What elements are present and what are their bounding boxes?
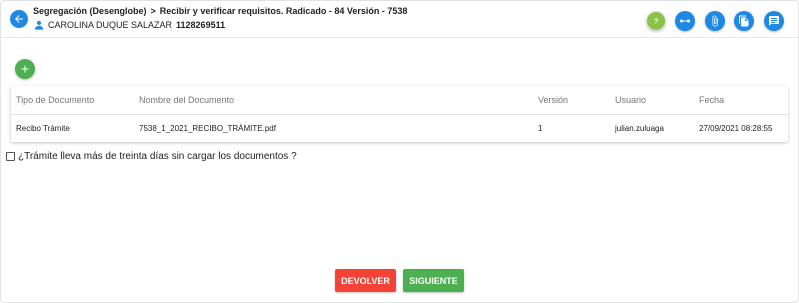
cell-fecha: 27/09/2021 08:28:55 — [699, 124, 773, 133]
table-header: Tipo de Documento Nombre del Documento V… — [11, 86, 788, 115]
paperclip-icon — [712, 15, 718, 27]
column-header-fecha: Fecha — [699, 95, 725, 105]
cell-version: 1 — [538, 124, 543, 133]
breadcrumb-separator: > — [150, 6, 156, 16]
breadcrumb-section[interactable]: Segregación (Desenglobe) — [33, 6, 147, 16]
flow-icon — [680, 19, 690, 23]
documents-icon — [739, 15, 749, 27]
plus-icon — [21, 65, 29, 73]
question-icon: ? — [650, 15, 662, 27]
help-button[interactable]: ? — [646, 11, 666, 31]
user-name: CAROLINA DUQUE SALAZAR — [48, 20, 173, 30]
cell-nombre: 7538_1_2021_RECIBO_TRÁMITE.pdf — [139, 124, 276, 133]
add-document-button[interactable] — [15, 59, 35, 79]
notes-button[interactable] — [764, 11, 784, 31]
devolver-button[interactable]: DEVOLVER — [335, 269, 396, 292]
header-bar: Segregación (Desenglobe) > Recibir y ver… — [1, 1, 798, 38]
help-glyph: ? — [654, 17, 659, 26]
user-line: CAROLINA DUQUE SALAZAR 1128269511 — [34, 20, 225, 30]
breadcrumb: Segregación (Desenglobe) > Recibir y ver… — [33, 6, 407, 16]
siguiente-button[interactable]: SIGUIENTE — [403, 269, 464, 292]
overdue-checkbox-row: ¿Trámite lleva más de treinta días sin c… — [6, 151, 297, 162]
person-icon — [34, 20, 44, 30]
attach-button[interactable] — [705, 11, 725, 31]
process-panel: Segregación (Desenglobe) > Recibir y ver… — [0, 0, 799, 303]
notes-icon — [769, 16, 779, 26]
arrow-left-icon — [15, 15, 23, 23]
table-row[interactable]: Recibo Trámite 7538_1_2021_RECIBO_TRÁMIT… — [11, 115, 788, 142]
breadcrumb-current: Recibir y verificar requisitos. Radicado… — [159, 6, 408, 16]
overdue-checkbox-label[interactable]: ¿Trámite lleva más de treinta días sin c… — [18, 151, 297, 162]
column-header-usuario: Usuario — [615, 95, 647, 105]
column-header-version: Versión — [538, 95, 569, 105]
documents-table: Tipo de Documento Nombre del Documento V… — [11, 86, 788, 142]
column-header-nombre: Nombre del Documento — [139, 95, 235, 105]
cell-tipo: Recibo Trámite — [16, 124, 70, 133]
column-header-tipo: Tipo de Documento — [16, 95, 95, 105]
user-id: 1128269511 — [176, 20, 226, 30]
back-button[interactable] — [10, 10, 28, 28]
overdue-checkbox[interactable] — [6, 152, 15, 161]
documents-button[interactable] — [734, 11, 754, 31]
flow-button[interactable] — [675, 11, 695, 31]
cell-usuario: julian.zuluaga — [615, 124, 664, 133]
